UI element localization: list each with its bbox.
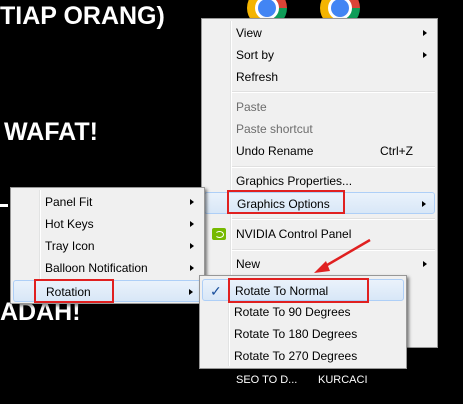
annotation-arrow-icon — [314, 238, 371, 273]
